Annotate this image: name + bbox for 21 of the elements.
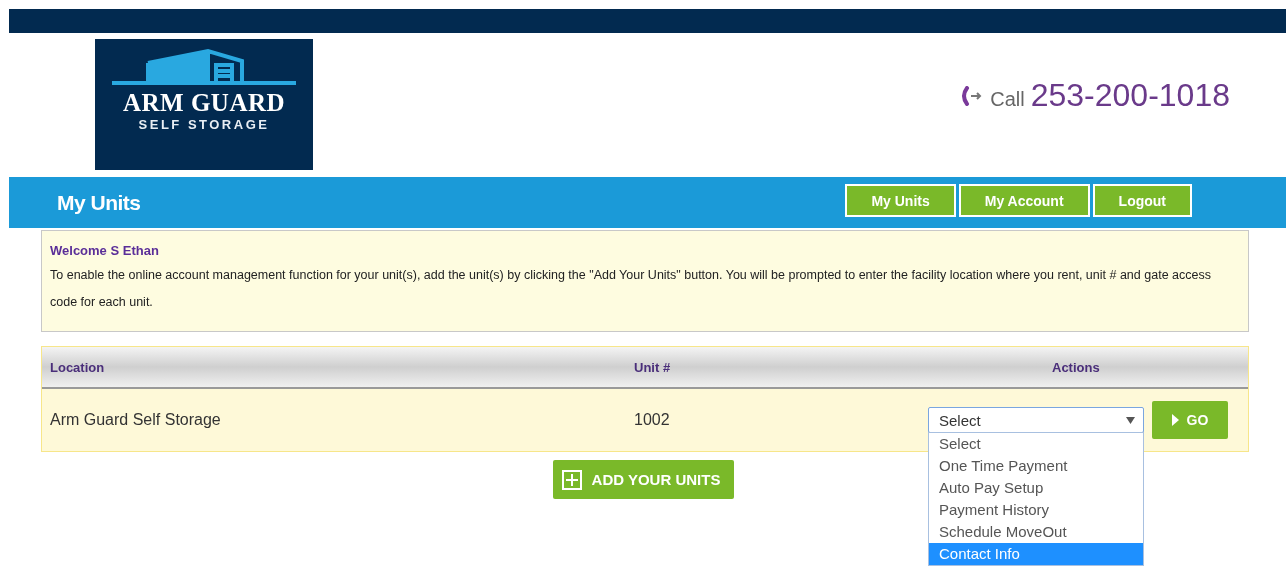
logo-tagline: SELF STORAGE [138, 117, 270, 132]
dropdown-option[interactable]: Auto Pay Setup [929, 477, 1143, 499]
column-header: Actions [1051, 359, 1101, 375]
column-header: Location [50, 359, 106, 375]
caret-icon [1126, 416, 1135, 424]
dropdown-option[interactable]: Select [929, 433, 1143, 455]
dropdown-option[interactable]: Schedule MoveOut [929, 521, 1143, 543]
unit-cell-text: 1002 [634, 411, 671, 429]
play-icon [1171, 414, 1179, 426]
logo-name: ARM GUARD [122, 89, 286, 117]
welcome-greeting: Welcome S Ethan [50, 243, 160, 258]
column-header: Unit # [634, 359, 672, 375]
page-title: My Units [57, 190, 141, 215]
plus-square-icon [561, 469, 582, 490]
phone-number: 253-200-1018 [1030, 77, 1230, 114]
action-select[interactable]: Select [928, 407, 1144, 433]
welcome-message: To enable the online account management function for your unit(s), add the unit(s) by clicking the "Add Your Units" button. You will be prompted to enter the facility location where you rent, unit # and gate access code for each unit. [50, 267, 1212, 311]
dropdown-option[interactable]: One Time Payment [929, 455, 1143, 477]
call-label: Call [990, 88, 1025, 111]
location-cell-text: Arm Guard Self Storage [50, 411, 222, 429]
dropdown-option[interactable]: Payment History [929, 499, 1143, 521]
